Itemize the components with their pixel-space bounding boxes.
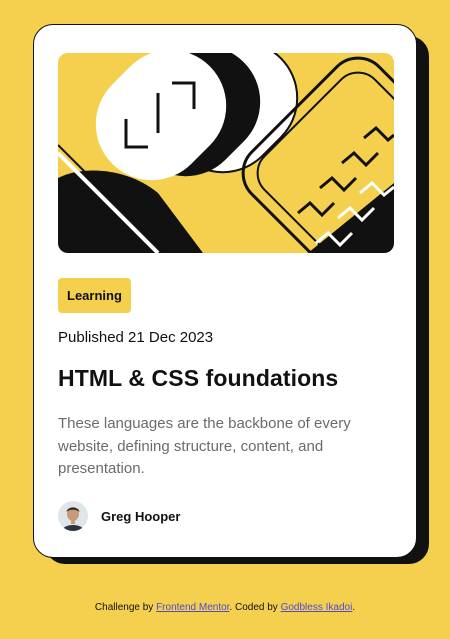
author-link[interactable]: Godbless Ikadoi — [281, 602, 353, 613]
card-description: These languages are the backbone of ever… — [58, 415, 351, 477]
author: Greg Hooper — [58, 501, 180, 531]
attribution-middle: . Coded by — [229, 602, 281, 613]
hero-illustration — [58, 53, 394, 253]
card-title[interactable]: HTML & CSS foundations — [58, 365, 338, 392]
frontend-mentor-link[interactable]: Frontend Mentor — [156, 602, 229, 613]
attribution-suffix: . — [352, 602, 356, 613]
category-tag: Learning — [58, 278, 131, 313]
attribution-prefix: Challenge by — [94, 602, 157, 613]
blog-preview-card: Learning Published 21 Dec 2023 HTML & CS… — [33, 24, 417, 558]
avatar-icon — [58, 501, 88, 531]
attribution: Challenge by Frontend Mentor. Coded by G… — [0, 602, 450, 613]
published-date: Published 21 Dec 2023 — [58, 329, 214, 346]
author-name: Greg Hooper — [101, 508, 181, 524]
